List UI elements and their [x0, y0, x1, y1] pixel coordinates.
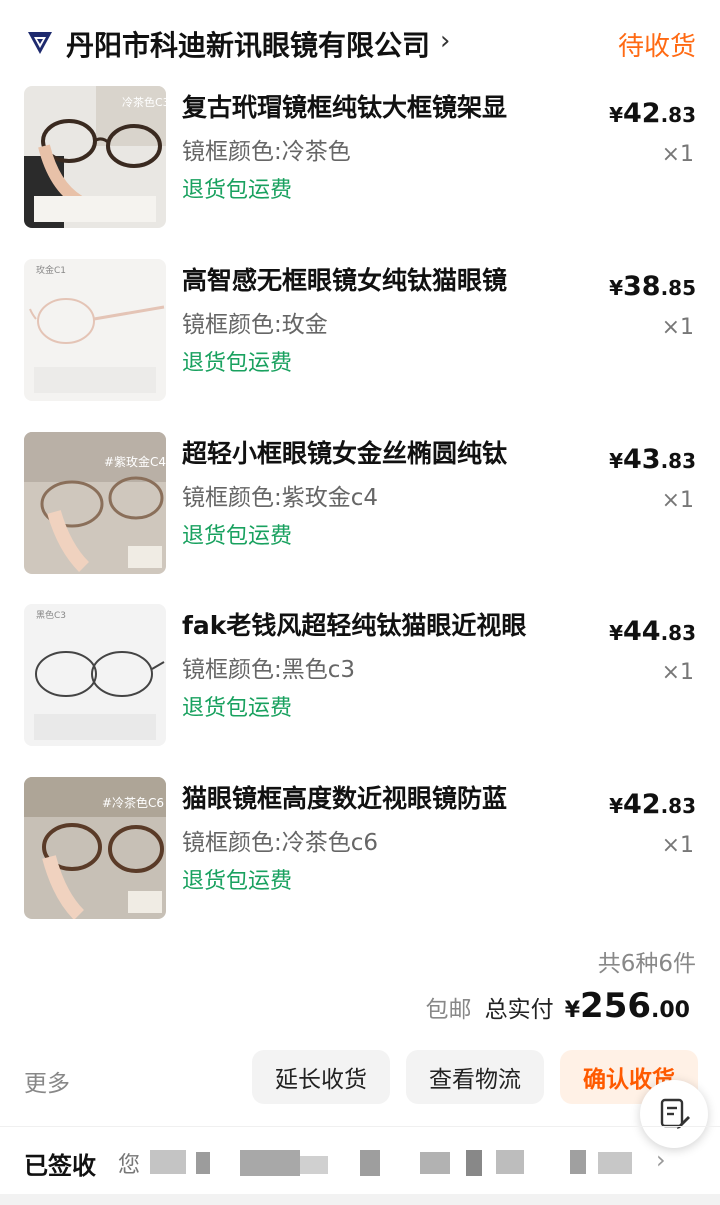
- product-spec: 镜框颜色:黑色c3: [182, 657, 356, 683]
- product-title[interactable]: fak老钱风超轻纯钛猫眼近视眼: [182, 606, 562, 642]
- return-shipping-badge: 退货包运费: [182, 351, 293, 376]
- product-quantity: ×1: [661, 833, 694, 858]
- thumb-tag: 黑色C3: [36, 609, 66, 621]
- thumb-tag: #紫玫金C4: [104, 454, 166, 469]
- return-shipping-badge: 退货包运费: [182, 696, 293, 721]
- bottom-bar: [0, 1194, 720, 1205]
- product-price: ¥42.83: [609, 789, 696, 820]
- product-quantity: ×1: [661, 315, 694, 340]
- more-button[interactable]: 更多: [24, 1064, 70, 1098]
- divider: [0, 1126, 720, 1127]
- product-price: ¥42.83: [609, 98, 696, 129]
- product-title[interactable]: 超轻小框眼镜女金丝椭圆纯钛: [182, 434, 562, 470]
- order-total: 包邮 总实付 ¥256.00: [425, 986, 690, 1026]
- thumb-tag: 冷茶色C3: [122, 95, 166, 109]
- product-spec: 镜框颜色:冷茶色c6: [182, 830, 379, 856]
- order-item[interactable]: 黑色C3 fak老钱风超轻纯钛猫眼近视眼 镜框颜色:黑色c3 退货包运费 ¥44…: [0, 604, 720, 754]
- order-item[interactable]: #冷茶色C6 猫眼镜框高度数近视眼镜防蓝 镜框颜色:冷茶色c6 退货包运费 ¥4…: [0, 777, 720, 927]
- thumb-tag: #冷茶色C6: [102, 795, 164, 810]
- return-shipping-badge: 退货包运费: [182, 524, 293, 549]
- product-price: ¥43.83: [609, 444, 696, 475]
- product-thumbnail[interactable]: 玫金C1: [24, 259, 166, 401]
- shop-name[interactable]: 丹阳市科迪新讯眼镜有限公司: [66, 24, 430, 64]
- product-spec: 镜框颜色:玫金: [182, 312, 328, 338]
- chevron-right-icon[interactable]: ›: [440, 26, 450, 56]
- order-item[interactable]: 冷茶色C3 复古玳瑁镜框纯钛大框镜架显 镜框颜色:冷茶色 退货包运费 ¥42.8…: [0, 86, 720, 236]
- order-status: 待收货: [617, 32, 696, 62]
- delivery-detail[interactable]: 您: [118, 1147, 140, 1179]
- product-quantity: ×1: [661, 488, 694, 513]
- order-header: 丹阳市科迪新讯眼镜有限公司 › 待收货: [0, 0, 720, 84]
- product-title[interactable]: 猫眼镜框高度数近视眼镜防蓝: [182, 779, 562, 815]
- feedback-fab[interactable]: [640, 1080, 708, 1148]
- product-quantity: ×1: [661, 660, 694, 685]
- view-logistics-button[interactable]: 查看物流: [406, 1050, 544, 1104]
- product-thumbnail[interactable]: #冷茶色C6: [24, 777, 166, 919]
- item-count: 共6种6件: [597, 951, 696, 977]
- extend-receipt-button[interactable]: 延长收货: [252, 1050, 390, 1104]
- free-shipping-label: 包邮: [425, 997, 472, 1023]
- product-title[interactable]: 复古玳瑁镜框纯钛大框镜架显: [182, 88, 562, 124]
- delivery-status: 已签收: [24, 1152, 96, 1180]
- product-price: ¥44.83: [609, 616, 696, 647]
- chevron-right-icon[interactable]: ›: [656, 1146, 666, 1174]
- order-item[interactable]: #紫玫金C4 超轻小框眼镜女金丝椭圆纯钛 镜框颜色:紫玫金c4 退货包运费 ¥4…: [0, 432, 720, 582]
- thumb-tag: 玫金C1: [36, 264, 66, 276]
- product-spec: 镜框颜色:冷茶色: [182, 139, 351, 165]
- shop-logo-icon: [28, 32, 52, 54]
- product-thumbnail[interactable]: 黑色C3: [24, 604, 166, 746]
- return-shipping-badge: 退货包运费: [182, 869, 293, 894]
- product-quantity: ×1: [661, 142, 694, 167]
- product-thumbnail[interactable]: 冷茶色C3: [24, 86, 166, 228]
- return-shipping-badge: 退货包运费: [182, 178, 293, 203]
- product-price: ¥38.85: [609, 271, 696, 302]
- order-item[interactable]: 玫金C1 高智感无框眼镜女纯钛猫眼镜 镜框颜色:玫金 退货包运费 ¥38.85 …: [0, 259, 720, 409]
- product-spec: 镜框颜色:紫玫金c4: [182, 485, 379, 511]
- product-thumbnail[interactable]: #紫玫金C4: [24, 432, 166, 574]
- total-label: 总实付: [484, 997, 554, 1023]
- product-title[interactable]: 高智感无框眼镜女纯钛猫眼镜: [182, 261, 562, 297]
